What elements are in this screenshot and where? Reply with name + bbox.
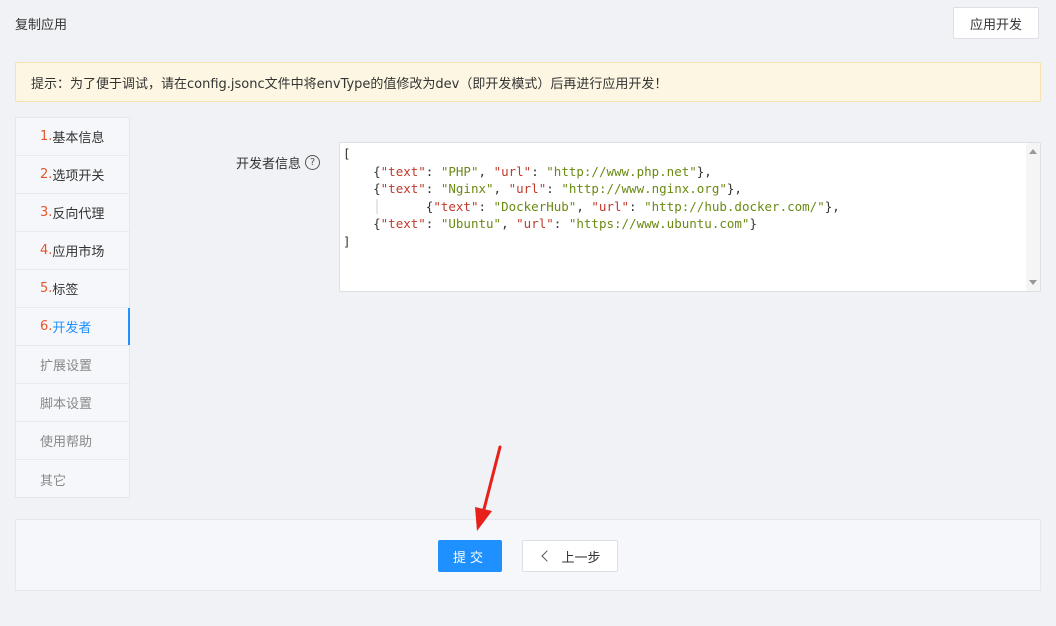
sidebar-item-extension-settings[interactable]: 扩展设置 <box>16 346 129 384</box>
sidebar-item-reverse-proxy[interactable]: 3. 反向代理 <box>16 194 129 232</box>
sidebar-item-label: 反向代理 <box>52 207 105 222</box>
sidebar-item-number: 3. <box>40 205 53 220</box>
app-develop-button[interactable]: 应用开发 <box>953 7 1039 39</box>
developer-info-label-text: 开发者信息 <box>236 157 302 172</box>
sidebar-item-label: 其它 <box>40 473 67 489</box>
red-arrow-annotation <box>475 445 502 531</box>
sidebar-item-developer[interactable]: 6. 开发者 <box>16 308 130 346</box>
scroll-down-icon[interactable] <box>1029 280 1037 285</box>
sidebar-item-number: 6. <box>40 319 53 334</box>
sidebar-item-other[interactable]: 其它 <box>16 460 129 498</box>
sidebar-item-label: 标签 <box>52 283 79 298</box>
sidebar-item-number: 4. <box>40 243 53 258</box>
sidebar-item-options[interactable]: 2. 选项开关 <box>16 156 129 194</box>
sidebar-item-label: 应用市场 <box>52 245 105 260</box>
sidebar-item-label: 选项开关 <box>52 169 105 184</box>
sidebar-item-app-market[interactable]: 4. 应用市场 <box>16 232 129 270</box>
tip-notice-text: 提示：为了便于调试，请在config.jsonc文件中将envType的值修改为… <box>31 76 668 92</box>
developer-info-label: 开发者信息 ? <box>236 153 321 172</box>
sidebar-item-script-settings[interactable]: 脚本设置 <box>16 384 129 422</box>
submit-button[interactable]: 提交 <box>438 540 502 572</box>
developer-json-editor[interactable]: [ {"text": "PHP", "url": "http://www.php… <box>339 142 1041 292</box>
sidebar-item-number: 5. <box>40 281 53 296</box>
previous-step-button[interactable]: 上一步 <box>522 540 618 572</box>
json-code-text[interactable]: [ {"text": "PHP", "url": "http://www.php… <box>340 143 1040 250</box>
settings-sidebar: 1. 基本信息 2. 选项开关 3. 反向代理 4. 应用市场 5. 标签 6. 开发者 扩… <box>15 117 130 498</box>
tip-notice: 提示：为了便于调试，请在config.jsonc文件中将envType的值修改为… <box>15 62 1041 102</box>
sidebar-item-number: 1. <box>40 129 53 144</box>
chevron-left-icon <box>541 550 554 562</box>
question-circle-icon[interactable]: ? <box>305 155 321 170</box>
page-title: 复制应用 <box>15 18 68 33</box>
scroll-up-icon[interactable] <box>1029 149 1037 154</box>
sidebar-item-number: 2. <box>40 167 53 182</box>
sidebar-item-help[interactable]: 使用帮助 <box>16 422 129 460</box>
sidebar-item-label: 使用帮助 <box>40 435 93 450</box>
previous-step-label: 上一步 <box>561 550 601 566</box>
sidebar-item-tags[interactable]: 5. 标签 <box>16 270 129 308</box>
sidebar-item-label: 脚本设置 <box>40 397 93 412</box>
sidebar-item-label: 扩展设置 <box>40 359 93 374</box>
sidebar-item-basic-info[interactable]: 1. 基本信息 <box>16 118 129 156</box>
editor-scrollbar[interactable] <box>1026 143 1040 291</box>
sidebar-item-label: 基本信息 <box>52 131 105 146</box>
sidebar-item-label: 开发者 <box>52 321 92 336</box>
